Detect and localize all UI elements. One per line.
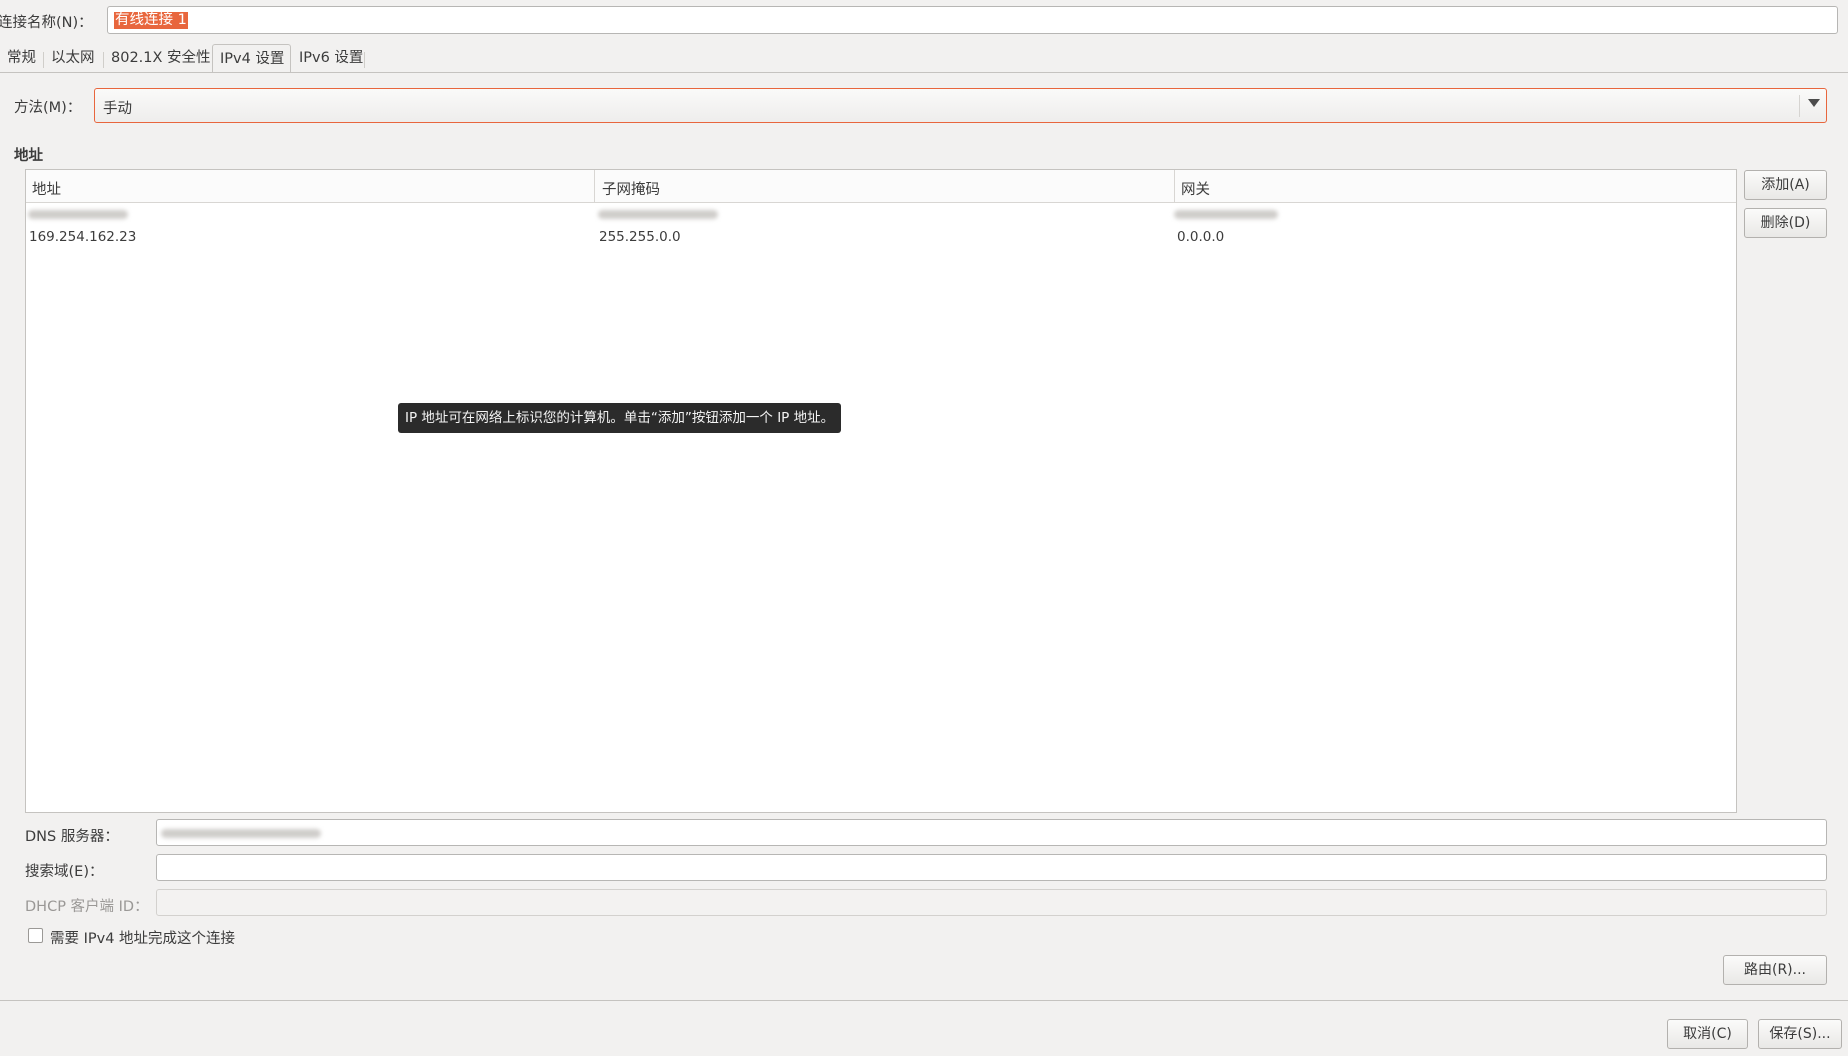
column-header-address[interactable]: 地址	[32, 178, 61, 199]
cell-gateway: 0.0.0.0	[1177, 229, 1225, 245]
connection-name-input[interactable]: 有线连接 1	[107, 6, 1838, 34]
redacted-dns-value	[161, 829, 321, 838]
tab-panel-bottom-border	[0, 1000, 1848, 1001]
tab-panel-border	[0, 72, 1848, 73]
dhcp-client-id-label: DHCP 客户端 ID：	[25, 899, 149, 915]
address-table[interactable]: 地址 子网掩码 网关 169.254.162.23 255.255.0.0 0.…	[25, 169, 1737, 813]
tab-ipv4-settings[interactable]: IPv4 设置	[212, 44, 291, 72]
connection-name-value: 有线连接 1	[114, 12, 188, 29]
address-tooltip: IP 地址可在网络上标识您的计算机。单击“添加”按钮添加一个 IP 地址。	[398, 403, 842, 433]
add-address-button[interactable]: 添加(A)	[1744, 170, 1827, 200]
dhcp-client-id-input[interactable]	[156, 889, 1827, 916]
column-header-gateway[interactable]: 网关	[1181, 178, 1210, 199]
column-separator	[1174, 170, 1175, 202]
cell-address: 169.254.162.23	[29, 229, 137, 245]
cell-netmask: 255.255.0.0	[599, 229, 681, 245]
routes-button[interactable]: 路由(R)...	[1723, 955, 1827, 985]
column-header-netmask[interactable]: 子网掩码	[602, 178, 660, 199]
delete-address-button[interactable]: 删除(D)	[1744, 208, 1827, 238]
method-value: 手动	[103, 101, 132, 117]
redacted-address	[28, 210, 128, 219]
require-ipv4-label[interactable]: 需要 IPv4 地址完成这个连接	[50, 927, 235, 948]
dropdown-arrow-icon	[1808, 99, 1820, 107]
tab-ipv6-settings[interactable]: IPv6 设置	[292, 44, 370, 72]
tab-separator	[364, 52, 365, 68]
connection-name-label: 连接名称(N)：	[0, 15, 93, 31]
tab-ethernet[interactable]: 以太网	[44, 44, 102, 72]
redacted-gateway	[1174, 210, 1278, 219]
redacted-netmask	[598, 210, 718, 219]
tab-general[interactable]: 常规	[0, 44, 43, 72]
save-button[interactable]: 保存(S)...	[1758, 1019, 1842, 1049]
search-domains-label: 搜索域(E)：	[25, 864, 104, 880]
cancel-button[interactable]: 取消(C)	[1667, 1019, 1748, 1049]
address-table-header: 地址 子网掩码 网关	[26, 170, 1736, 203]
dropdown-separator	[1799, 95, 1800, 117]
dns-servers-label: DNS 服务器：	[25, 829, 119, 845]
require-ipv4-checkbox[interactable]	[28, 928, 43, 943]
tab-8021x-security[interactable]: 802.1X 安全性	[104, 44, 218, 72]
column-separator	[594, 170, 595, 202]
dns-servers-input[interactable]	[156, 819, 1827, 846]
method-label: 方法(M)：	[14, 100, 82, 116]
search-domains-input[interactable]	[156, 854, 1827, 881]
address-heading: 地址	[14, 148, 43, 164]
method-dropdown[interactable]: 手动	[94, 88, 1827, 123]
